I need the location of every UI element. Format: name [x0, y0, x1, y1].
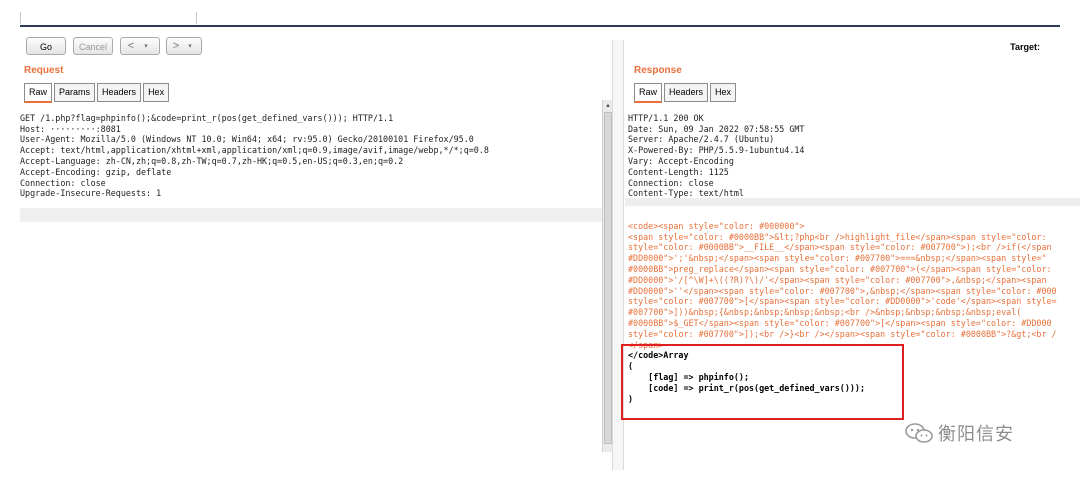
wechat-icon [905, 423, 933, 443]
code-line: style="color: #0000BB">__FILE__</span><s… [628, 242, 1052, 253]
code-line: #DD0000">'/[^\W]+\((?R)?\)/'</span><span… [628, 274, 1047, 285]
response-status-line: HTTP/1.1 200 OK [628, 112, 704, 123]
back-menu-icon[interactable]: ▾ [141, 42, 151, 50]
request-accept-language-line: Accept-Language: zh-CN,zh;q=0.8,zh-TW;q=… [20, 155, 404, 166]
request-host-line: Host: ·········:8081 [20, 123, 121, 134]
code-line: style="color: #007700">]);<br />}<br /><… [628, 328, 1057, 339]
request-accept-line: Accept: text/html,application/xhtml+xml,… [20, 145, 489, 156]
scrollbar-thumb[interactable] [604, 112, 612, 444]
target-label: Target: [1010, 42, 1040, 52]
top-divider [20, 25, 1060, 27]
go-button[interactable]: Go [26, 37, 66, 55]
watermark-logo: 衡阳信安 [904, 420, 1014, 446]
response-tab-headers[interactable]: Headers [664, 83, 709, 102]
top-tab-hint [20, 12, 197, 24]
code-line: #0000BB">$_GET</span><span style="color:… [628, 317, 1052, 328]
back-arrow-icon[interactable]: < [121, 40, 141, 52]
request-tab-hex[interactable]: Hex [143, 83, 170, 102]
code-line: #0000BB">preg_replace</span><span style=… [628, 263, 1052, 274]
forward-arrow-icon[interactable]: > [167, 40, 185, 52]
response-title: Response [634, 65, 682, 76]
response-headers: HTTP/1.1 200 OK Date: Sun, 09 Jan 2022 07… [628, 102, 1068, 210]
code-line: #DD0000">';'&nbsp;</span><span style="co… [628, 253, 1047, 264]
request-separator-band [20, 208, 602, 222]
request-accept-encoding-line: Accept-Encoding: gzip, deflate [20, 166, 172, 177]
watermark-text: 衡阳信安 [938, 424, 1014, 445]
response-tab-hex[interactable]: Hex [710, 83, 737, 102]
request-tab-raw[interactable]: Raw [24, 83, 53, 103]
response-date-line: Date: Sun, 09 Jan 2022 07:58:55 GMT [628, 123, 805, 134]
request-user-agent-line: User-Agent: Mozilla/5.0 (Windows NT 10.0… [20, 134, 474, 145]
response-connection-line: Connection: close [628, 177, 714, 188]
request-tabs: Raw Params Headers Hex [24, 83, 170, 103]
request-connection-line: Connection: close [20, 177, 106, 188]
request-title: Request [24, 65, 64, 76]
request-line: GET /1.php?flag=phpinfo();&code=print_r(… [20, 112, 394, 123]
forward-menu-icon[interactable]: ▾ [185, 42, 195, 50]
code-line: #007700">]))&nbsp;{&nbsp;&nbsp;&nbsp;&nb… [628, 307, 1022, 318]
code-line: style="color: #007700">[</span><span sty… [628, 296, 1057, 307]
request-tab-params[interactable]: Params [54, 83, 96, 102]
response-content-length-line: Content-Length: 1125 [628, 166, 729, 177]
response-tab-raw[interactable]: Raw [634, 83, 663, 103]
code-line: <code><span style="color: #000000"> [628, 220, 805, 231]
request-tab-headers[interactable]: Headers [97, 83, 142, 102]
response-vary-line: Vary: Accept-Encoding [628, 155, 734, 166]
response-separator-band [625, 198, 1080, 206]
highlight-box [621, 344, 904, 420]
response-server-line: Server: Apache/2.4.7 (Ubuntu) [628, 134, 775, 145]
request-upgrade-line: Upgrade-Insecure-Requests: 1 [20, 188, 162, 199]
request-editor[interactable]: GET /1.php?flag=phpinfo();&code=print_r(… [20, 102, 598, 210]
response-tabs: Raw Headers Hex [634, 83, 737, 103]
forward-button-group[interactable]: > ▾ [166, 37, 202, 55]
back-button-group[interactable]: < ▾ [120, 37, 160, 55]
code-line: #DD0000">''</span><span style="color: #0… [628, 285, 1057, 296]
toolbar: Go Cancel < ▾ > ▾ Target: [20, 34, 1060, 60]
response-powered-by-line: X-Powered-By: PHP/5.5.9-1ubuntu4.14 [628, 145, 805, 156]
scroll-up-icon[interactable]: ▲ [604, 102, 612, 110]
cancel-button[interactable]: Cancel [73, 37, 113, 55]
code-line: <span style="color: #0000BB">&lt;?php<br… [628, 231, 1047, 242]
